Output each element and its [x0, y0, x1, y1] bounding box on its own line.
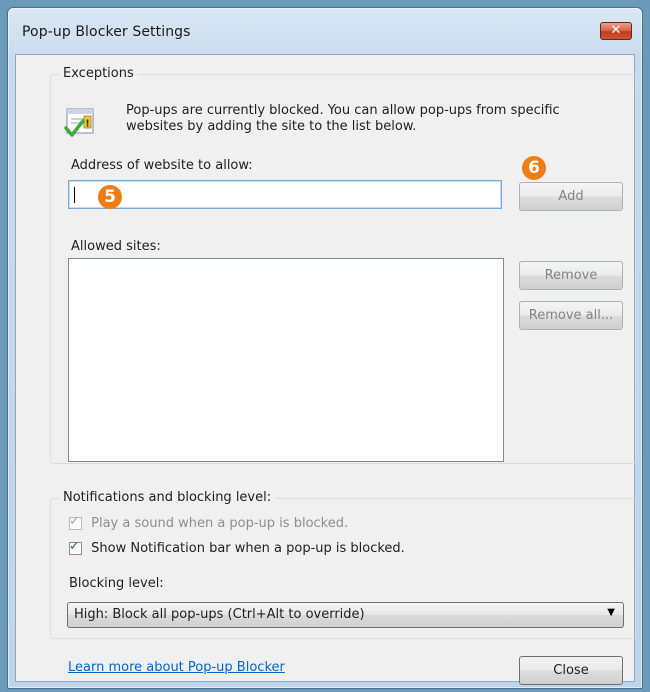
close-button[interactable]: Close: [519, 656, 623, 685]
address-label: Address of website to allow:: [71, 158, 253, 173]
play-sound-label: Play a sound when a pop-up is blocked.: [91, 516, 349, 531]
play-sound-option: ✓ Play a sound when a pop-up is blocked.: [69, 514, 349, 534]
title-bar[interactable]: Pop-up Blocker Settings ✕: [8, 8, 642, 54]
dialog-body: Exceptions ! Pop-ups are currently block…: [15, 54, 636, 685]
exceptions-description-line2: websites by adding the site to the list …: [126, 119, 417, 134]
annotation-badge-5: 5: [98, 185, 122, 209]
window-close-button[interactable]: ✕: [600, 22, 632, 40]
blocking-level-value: High: Block all pop-ups (Ctrl+Alt to ove…: [74, 607, 365, 622]
exceptions-legend: Exceptions: [59, 66, 138, 81]
popup-check-icon: !: [64, 108, 94, 137]
exceptions-description-line1: Pop-ups are currently blocked. You can a…: [126, 103, 560, 118]
close-icon: ✕: [610, 23, 622, 38]
remove-button[interactable]: Remove: [519, 261, 623, 290]
svg-text:!: !: [85, 119, 90, 130]
allowed-sites-list[interactable]: [68, 258, 504, 462]
add-button[interactable]: Add: [519, 182, 623, 211]
allowed-sites-label: Allowed sites:: [71, 239, 161, 254]
show-bar-checkbox[interactable]: ✓: [69, 539, 82, 555]
exceptions-description: Pop-ups are currently blocked. You can a…: [126, 103, 560, 135]
learn-more-link[interactable]: Learn more about Pop-up Blocker: [68, 660, 285, 675]
remove-all-button[interactable]: Remove all...: [519, 301, 623, 330]
blocking-level-label: Blocking level:: [69, 576, 164, 591]
annotation-badge-6: 6: [522, 156, 546, 180]
website-address-input[interactable]: [68, 180, 502, 209]
text-caret: [74, 187, 75, 203]
show-bar-option[interactable]: ✓ Show Notification bar when a pop-up is…: [69, 539, 405, 559]
blocking-level-dropdown[interactable]: High: Block all pop-ups (Ctrl+Alt to ove…: [67, 602, 624, 628]
play-sound-checkbox: ✓: [69, 514, 82, 530]
notifications-legend: Notifications and blocking level:: [59, 490, 276, 505]
chevron-down-icon: ▼: [607, 607, 615, 618]
show-bar-label[interactable]: Show Notification bar when a pop-up is b…: [91, 541, 405, 556]
window-title: Pop-up Blocker Settings: [22, 24, 191, 40]
popup-blocker-dialog: Pop-up Blocker Settings ✕ Exceptions ! P…: [7, 7, 643, 689]
